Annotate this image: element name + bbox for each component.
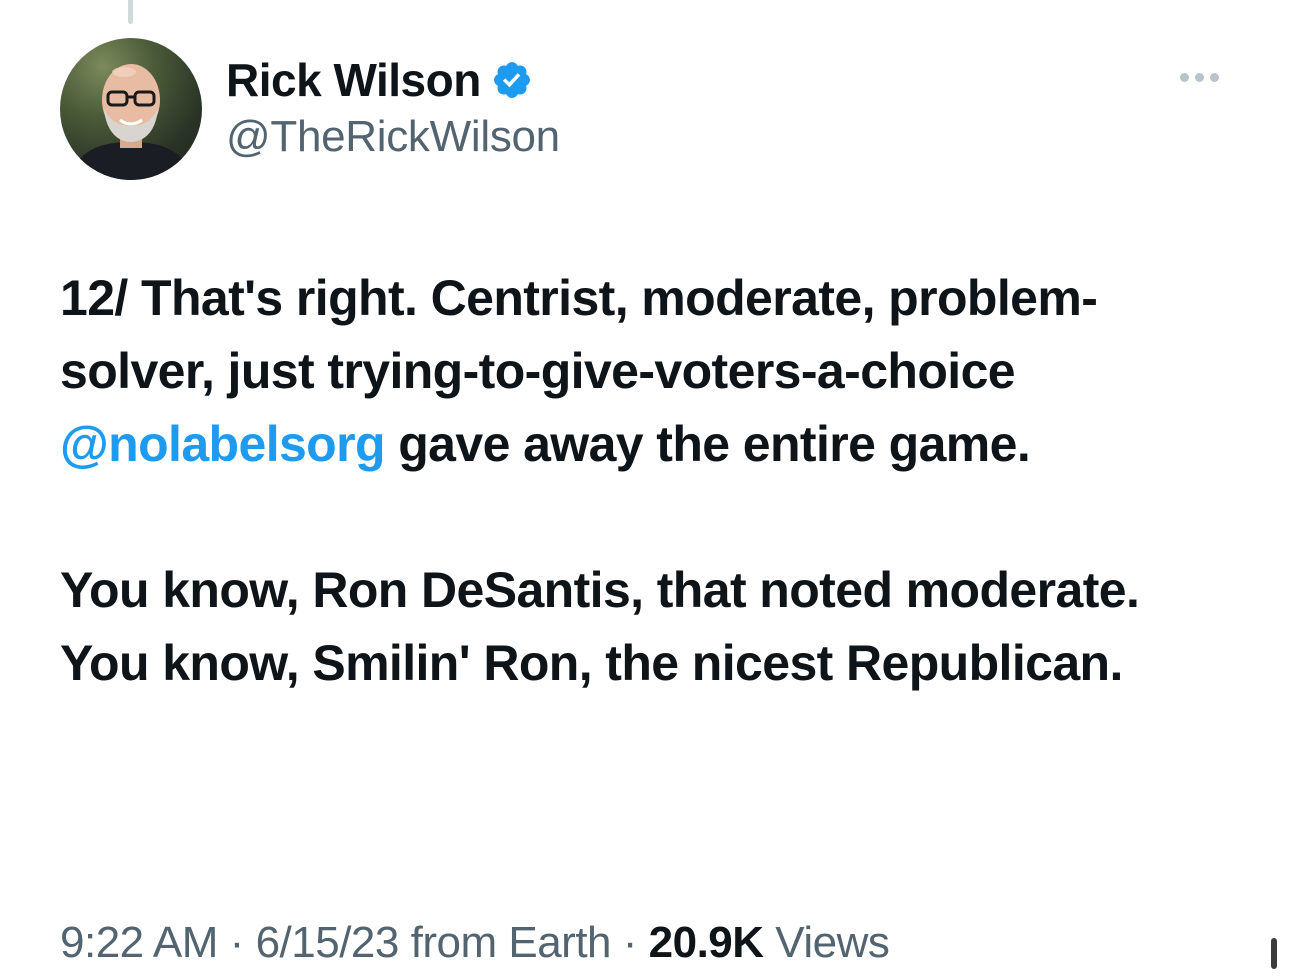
more-dot: [1195, 72, 1204, 82]
tweet-text-part: 12/ That's right. Centrist, moderate, pr…: [60, 270, 1098, 399]
more-options-icon[interactable]: [1180, 66, 1228, 88]
more-dot: [1180, 72, 1189, 82]
tweet-metadata: 9:22 AM · 6/15/23 from Earth · 20.9K Vie…: [60, 918, 890, 978]
source-prefix: from: [410, 918, 498, 967]
tweet-text-part: gave away the entire game.: [384, 416, 1031, 472]
mention-link[interactable]: @nolabelsorg: [60, 416, 386, 472]
separator: ·: [622, 918, 638, 967]
separator: ·: [229, 918, 245, 967]
views-label[interactable]: Views: [775, 918, 890, 967]
author-handle[interactable]: @TheRickWilson: [226, 112, 560, 162]
tweet-text: 12/ That's right. Centrist, moderate, pr…: [60, 262, 1240, 700]
tweet-paragraph-2: You know, Ron DeSantis, that noted moder…: [60, 562, 1140, 691]
avatar-portrait: [68, 64, 194, 180]
tweet-source: Earth: [508, 918, 612, 967]
tweet-paragraph-1: 12/ That's right. Centrist, moderate, pr…: [60, 262, 1240, 481]
thread-connector-line: [128, 0, 133, 24]
scrollbar[interactable]: [1271, 938, 1277, 969]
author-name-row[interactable]: Rick Wilson: [226, 52, 533, 108]
more-dot: [1210, 72, 1219, 82]
views-count[interactable]: 20.9K: [649, 918, 764, 967]
author-display-name[interactable]: Rick Wilson: [226, 53, 481, 107]
tweet-date[interactable]: 6/15/23: [256, 918, 400, 967]
avatar[interactable]: [60, 38, 202, 180]
verified-badge-icon: [493, 62, 530, 98]
tweet-time[interactable]: 9:22 AM: [60, 918, 218, 967]
